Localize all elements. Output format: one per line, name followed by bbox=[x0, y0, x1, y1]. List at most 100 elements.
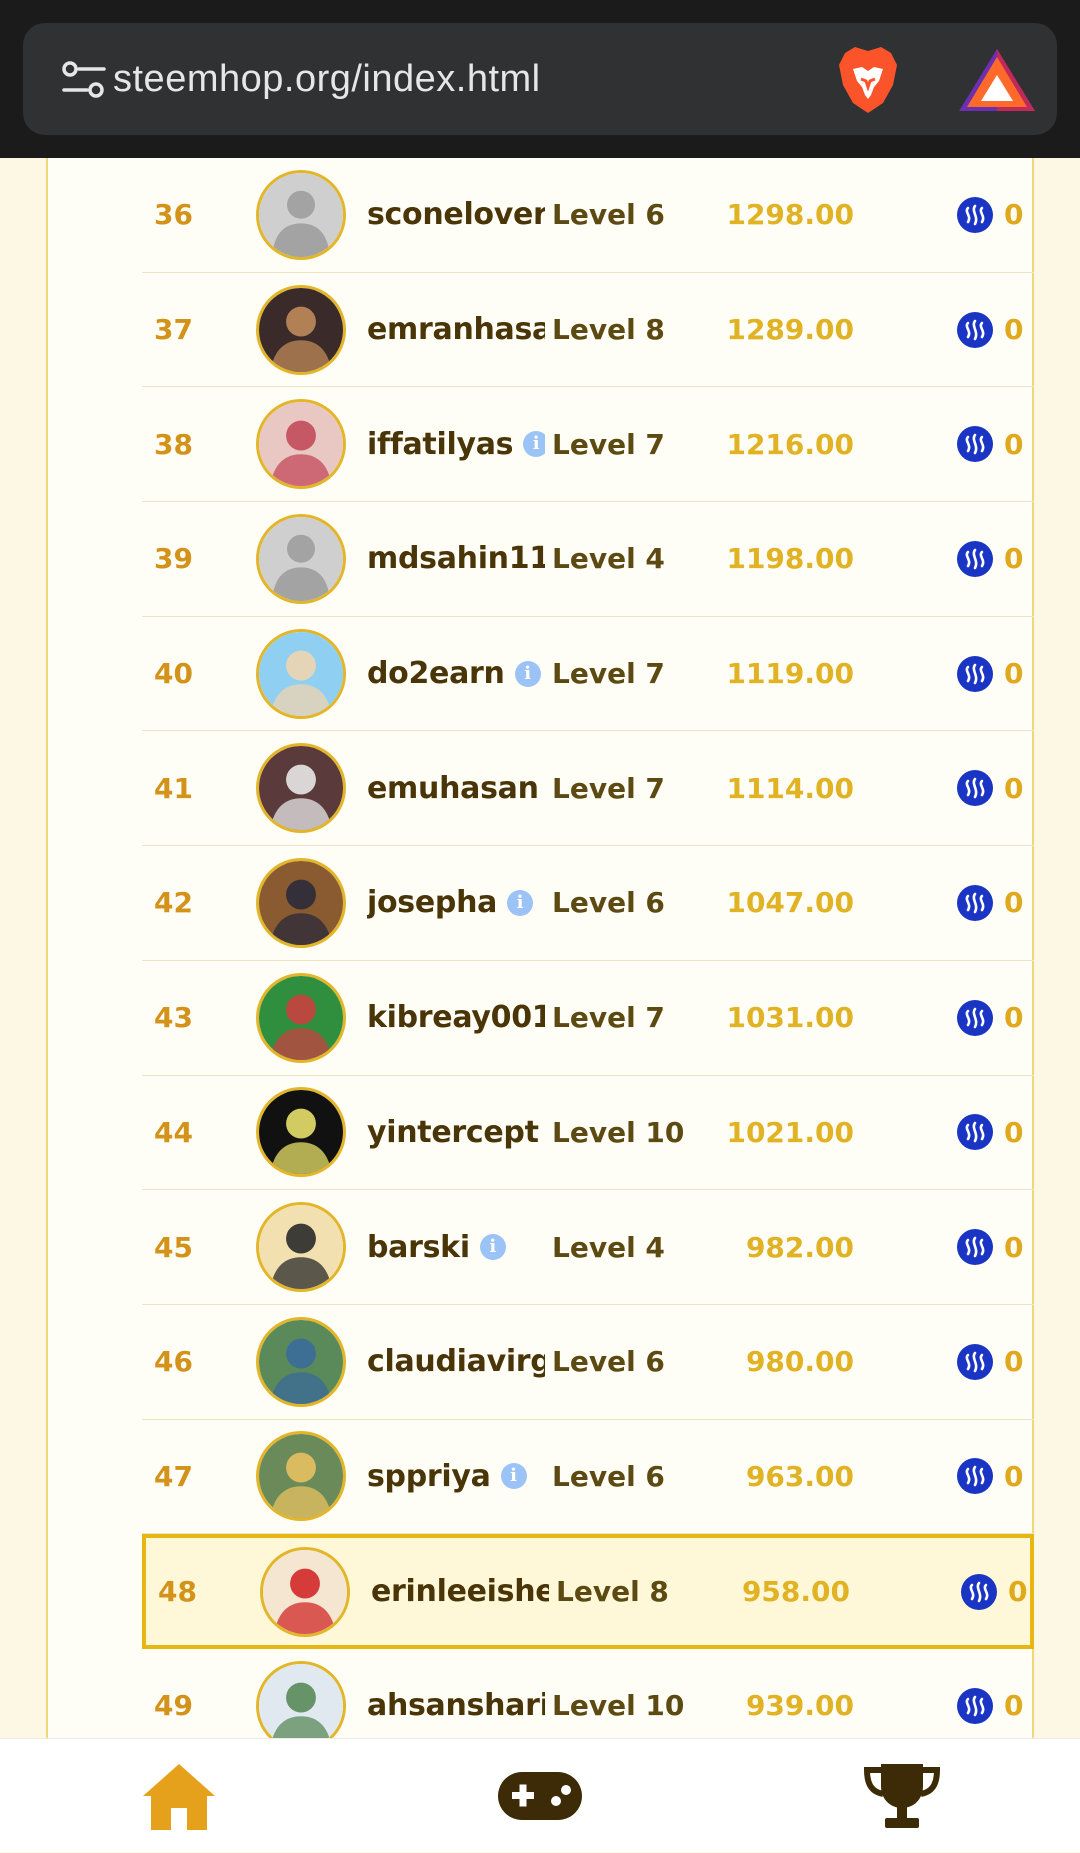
brave-rewards-icon[interactable] bbox=[957, 47, 1037, 113]
rank-number: 38 bbox=[154, 427, 193, 461]
steem-reward: 0 bbox=[1004, 1689, 1024, 1723]
username[interactable]: erinleeishe bbox=[371, 1574, 549, 1609]
user-avatar[interactable] bbox=[256, 1202, 346, 1293]
user-avatar[interactable] bbox=[256, 972, 346, 1063]
user-level: Level 6 bbox=[552, 1345, 665, 1379]
leaderboard-row[interactable]: 45 barski i Level 4 982.00 0 bbox=[142, 1190, 1034, 1305]
steem-reward: 0 bbox=[1004, 886, 1024, 920]
username-cell[interactable]: iffatilyas i bbox=[367, 387, 545, 501]
username-cell[interactable]: kibreay001 bbox=[367, 961, 545, 1075]
user-score: 982.00 bbox=[745, 1230, 854, 1264]
username[interactable]: yintercept bbox=[367, 1115, 539, 1150]
leaderboard-row[interactable]: 44 yintercept Level 10 1021.00 0 bbox=[142, 1076, 1034, 1191]
leaderboard-row[interactable]: 37 emranhasan Level 8 1289.00 0 bbox=[142, 273, 1034, 388]
user-score: 958.00 bbox=[741, 1575, 850, 1609]
rank-number: 37 bbox=[154, 313, 193, 347]
leaderboard-page: 36 sconelover Level 6 1298.00 0 37 emran… bbox=[0, 158, 1080, 1738]
leaderboard-row[interactable]: 46 claudiavirg Level 6 980.00 0 bbox=[142, 1305, 1034, 1420]
leaderboard-row[interactable]: 38 iffatilyas i Level 7 1216.00 0 bbox=[142, 387, 1034, 503]
url-text[interactable]: steemhop.org/index.html bbox=[113, 53, 541, 105]
username-cell[interactable]: ahsanshari bbox=[367, 1649, 545, 1738]
address-bar[interactable]: steemhop.org/index.html bbox=[23, 23, 1057, 135]
user-avatar[interactable] bbox=[256, 1087, 346, 1178]
steem-reward: 0 bbox=[1004, 313, 1024, 347]
info-icon[interactable]: i bbox=[523, 431, 545, 458]
steem-icon bbox=[957, 999, 993, 1036]
user-level: Level 7 bbox=[552, 657, 665, 691]
steem-icon bbox=[957, 311, 993, 348]
leaderboard-panel: 36 sconelover Level 6 1298.00 0 37 emran… bbox=[46, 158, 1034, 1738]
username[interactable]: claudiavirg bbox=[367, 1344, 545, 1379]
username-cell[interactable]: claudiavirg bbox=[367, 1305, 545, 1419]
steem-reward: 0 bbox=[1004, 198, 1024, 232]
user-avatar[interactable] bbox=[256, 284, 346, 375]
username-cell[interactable]: sppriya i bbox=[367, 1420, 545, 1534]
steem-reward: 0 bbox=[1004, 427, 1024, 461]
username[interactable]: iffatilyas bbox=[367, 427, 514, 462]
user-score: 1119.00 bbox=[726, 657, 854, 691]
user-level: Level 10 bbox=[552, 1115, 685, 1149]
username-cell[interactable]: barski i bbox=[367, 1190, 545, 1304]
info-icon[interactable]: i bbox=[479, 1234, 506, 1261]
nav-games-button[interactable] bbox=[460, 1739, 620, 1853]
username-cell[interactable]: emranhasan bbox=[367, 273, 545, 387]
steem-icon bbox=[957, 1343, 993, 1380]
steem-reward: 0 bbox=[1004, 1459, 1024, 1493]
leaderboard-row[interactable]: 43 kibreay001 Level 7 1031.00 0 bbox=[142, 961, 1034, 1076]
username[interactable]: emuhasan bbox=[367, 771, 539, 806]
rank-number: 36 bbox=[154, 198, 193, 232]
user-avatar[interactable] bbox=[256, 743, 346, 834]
user-score: 1047.00 bbox=[726, 886, 854, 920]
username[interactable]: josepha bbox=[367, 885, 497, 920]
steem-reward: 0 bbox=[1004, 542, 1024, 576]
site-settings-icon[interactable] bbox=[61, 59, 107, 101]
username-cell[interactable]: erinleeishe bbox=[371, 1538, 549, 1645]
username[interactable]: barski bbox=[367, 1230, 470, 1265]
user-avatar[interactable] bbox=[256, 628, 346, 719]
user-avatar[interactable] bbox=[256, 399, 346, 490]
user-score: 1298.00 bbox=[726, 198, 854, 232]
leaderboard-row[interactable]: 36 sconelover Level 6 1298.00 0 bbox=[142, 158, 1034, 273]
user-level: Level 8 bbox=[556, 1575, 669, 1609]
username-cell[interactable]: mdsahin111 bbox=[367, 502, 545, 616]
username[interactable]: emranhasan bbox=[367, 312, 545, 347]
leaderboard-row[interactable]: 47 sppriya i Level 6 963.00 0 bbox=[142, 1420, 1034, 1535]
user-score: 1289.00 bbox=[726, 313, 854, 347]
user-level: Level 4 bbox=[552, 542, 665, 576]
user-avatar[interactable] bbox=[256, 857, 346, 948]
info-icon[interactable]: i bbox=[514, 660, 541, 687]
username[interactable]: kibreay001 bbox=[367, 1000, 545, 1035]
leaderboard-row[interactable]: 39 mdsahin111 Level 4 1198.00 0 bbox=[142, 502, 1034, 617]
user-avatar[interactable] bbox=[256, 1431, 346, 1522]
username[interactable]: do2earn bbox=[367, 656, 505, 691]
leaderboard-row[interactable]: 49 ahsanshari Level 10 939.00 0 bbox=[142, 1649, 1034, 1738]
steem-reward: 0 bbox=[1008, 1575, 1028, 1609]
user-avatar[interactable] bbox=[256, 513, 346, 604]
brave-shields-icon[interactable] bbox=[831, 43, 905, 117]
info-icon[interactable]: i bbox=[507, 889, 534, 916]
user-avatar[interactable] bbox=[260, 1546, 350, 1637]
leaderboard-row[interactable]: 48 erinleeishe Level 8 958.00 0 bbox=[142, 1534, 1034, 1649]
leaderboard-row[interactable]: 41 emuhasan Level 7 1114.00 0 bbox=[142, 731, 1034, 847]
username-cell[interactable]: yintercept bbox=[367, 1076, 545, 1190]
nav-home-button[interactable] bbox=[99, 1739, 259, 1853]
user-avatar[interactable] bbox=[256, 169, 346, 260]
username-cell[interactable]: josepha i bbox=[367, 846, 545, 960]
username-cell[interactable]: sconelover bbox=[367, 158, 545, 272]
user-score: 1031.00 bbox=[726, 1001, 854, 1035]
username[interactable]: ahsanshari bbox=[367, 1688, 545, 1723]
nav-trophy-button[interactable] bbox=[822, 1739, 982, 1853]
steem-icon bbox=[957, 540, 993, 577]
info-icon[interactable]: i bbox=[500, 1463, 527, 1490]
username-cell[interactable]: emuhasan bbox=[367, 731, 545, 845]
user-avatar[interactable] bbox=[256, 1316, 346, 1407]
leaderboard-row[interactable]: 42 josepha i Level 6 1047.00 0 bbox=[142, 846, 1034, 961]
steem-reward: 0 bbox=[1004, 1345, 1024, 1379]
username[interactable]: sconelover bbox=[367, 197, 545, 232]
user-avatar[interactable] bbox=[256, 1660, 346, 1738]
username[interactable]: sppriya bbox=[367, 1459, 491, 1494]
leaderboard-row[interactable]: 40 do2earn i Level 7 1119.00 0 bbox=[142, 617, 1034, 732]
username-cell[interactable]: do2earn i bbox=[367, 617, 545, 731]
username[interactable]: mdsahin111 bbox=[367, 541, 545, 576]
user-score: 1114.00 bbox=[726, 771, 854, 805]
